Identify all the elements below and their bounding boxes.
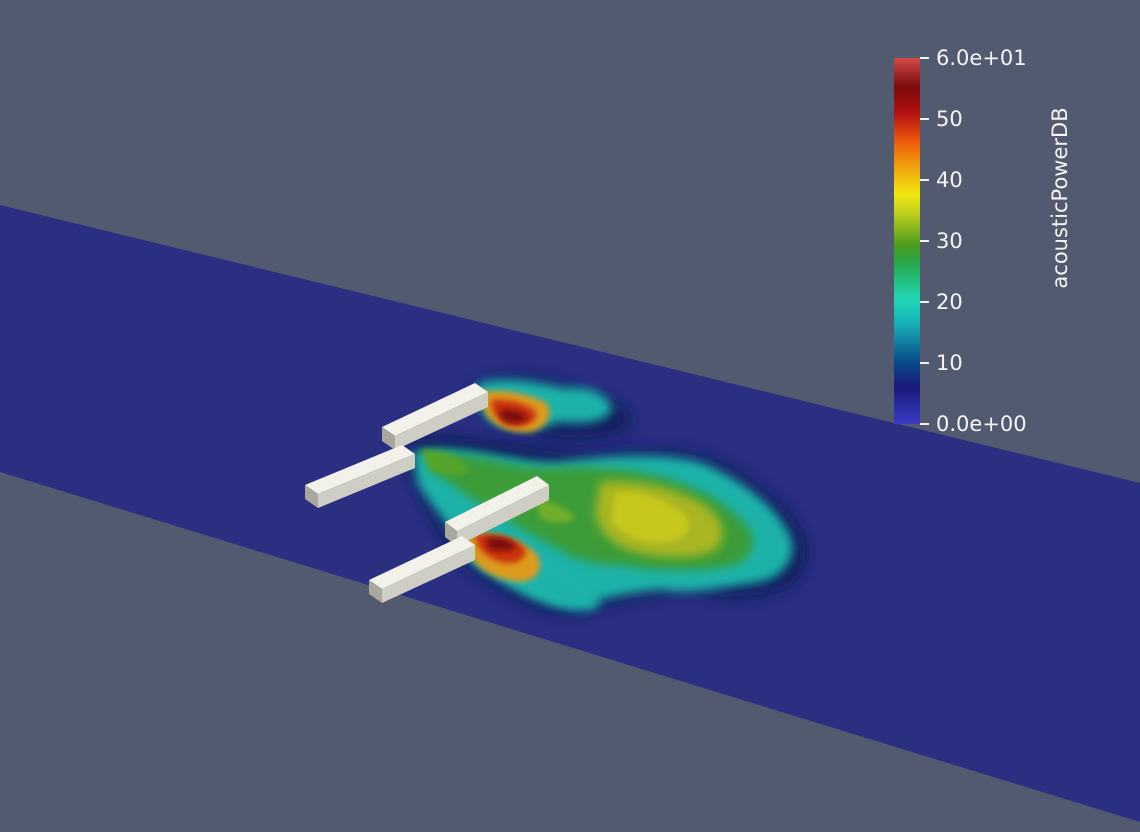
scale-tick-label: 30 (936, 229, 963, 253)
scale-tick-mark (920, 179, 929, 181)
scale-tick-label: 20 (936, 290, 963, 314)
scale-tick-label: 10 (936, 351, 963, 375)
scale-tick-label: 0.0e+00 (936, 412, 1027, 436)
scale-tick-mark (920, 240, 929, 242)
scale-tick-label: 40 (936, 168, 963, 192)
color-scale-title: acousticPowerDB (1048, 107, 1072, 289)
color-gradient (894, 58, 920, 424)
scale-tick-mark (920, 423, 929, 425)
scale-tick-label: 6.0e+01 (936, 46, 1027, 70)
scale-tick-mark (920, 57, 929, 59)
scale-tick-mark (920, 118, 929, 120)
color-scale-bar (894, 58, 920, 424)
scale-tick-label: 50 (936, 107, 963, 131)
scale-tick-mark (920, 362, 929, 364)
visualization-viewport[interactable]: 6.0e+01 50 40 30 20 10 0.0e+00 acousticPowerDB (0, 0, 1140, 832)
scale-tick-mark (920, 301, 929, 303)
